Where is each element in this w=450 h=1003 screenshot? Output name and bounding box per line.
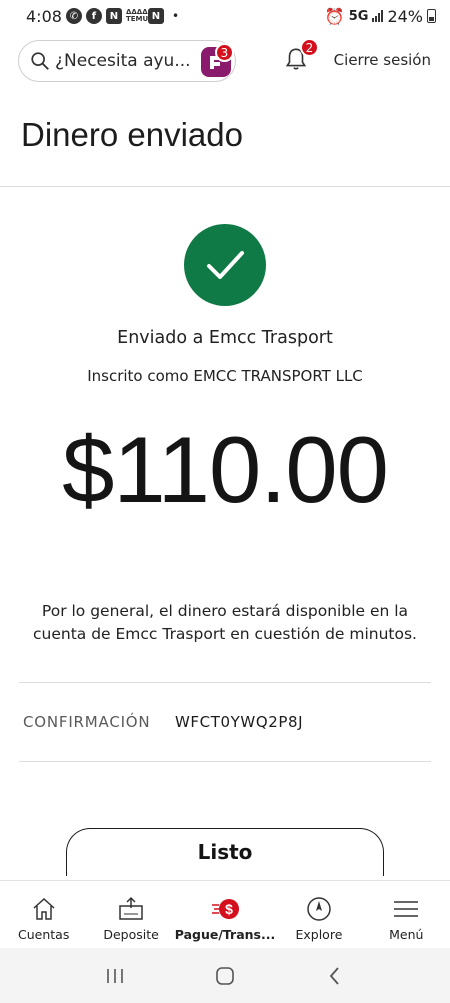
divider <box>19 682 431 683</box>
checkmark-icon <box>207 251 244 279</box>
availability-notice: Por lo general, el dinero estará disponi… <box>33 602 417 643</box>
signal-icon <box>372 10 384 22</box>
deposit-icon <box>119 896 143 920</box>
alarm-icon: ⏰ <box>324 6 345 26</box>
status-bar-right: ⏰ 5G 24% <box>325 7 436 26</box>
hamburger-menu-icon <box>394 901 419 917</box>
app-header: ¿Necesita ayu... 3 2 Cierre sesión <box>0 38 450 84</box>
search-input[interactable]: ¿Necesita ayu... <box>55 51 195 71</box>
status-bar-left: 4:08 ✆ f N ΔΔΔΔ TEMU N • <box>26 7 179 26</box>
temu-icon: ΔΔΔΔ TEMU <box>125 8 149 23</box>
status-bar: 4:08 ✆ f N ΔΔΔΔ TEMU N • ⏰ 5G 24% <box>0 0 450 32</box>
confirmation-label: CONFIRMACIÓN <box>23 713 151 731</box>
bottom-nav: Cuentas Deposite $ Pague/Trans... Explor… <box>0 880 450 948</box>
page-title: Dinero enviado <box>21 116 243 153</box>
notifications-badge: 2 <box>300 38 319 57</box>
nav-item-explore[interactable]: Explore <box>275 881 362 948</box>
amount-sent: $110.00 <box>62 417 389 522</box>
divider <box>19 761 431 762</box>
pay-transfer-icon: $ <box>212 899 239 919</box>
compass-icon <box>307 897 331 921</box>
divider <box>0 186 450 187</box>
done-button[interactable]: Listo <box>66 828 384 876</box>
app-n-icon: N <box>105 8 122 24</box>
battery-icon <box>427 9 436 23</box>
signout-link[interactable]: Cierre sesión <box>334 51 431 69</box>
search-icon <box>31 52 49 70</box>
whatsapp-icon: ✆ <box>65 8 82 24</box>
nav-item-deposit[interactable]: Deposite <box>87 881 174 948</box>
confirmation-code: WFCT0YWQ2P8J <box>175 713 304 731</box>
nav-label: Menú <box>389 927 424 942</box>
recent-apps-icon[interactable] <box>100 961 130 991</box>
nav-item-pay-transfer[interactable]: $ Pague/Trans... <box>174 881 276 948</box>
home-icon[interactable] <box>210 961 240 991</box>
status-time: 4:08 <box>26 6 62 26</box>
network-type: 5G <box>348 8 369 24</box>
success-check-icon <box>184 224 266 306</box>
assistant-icon[interactable]: 3 <box>201 43 234 77</box>
svg-text:$: $ <box>225 901 233 917</box>
facebook-icon: f <box>85 8 102 24</box>
house-icon <box>33 897 55 920</box>
notification-dot: • <box>171 9 180 23</box>
nav-label: Deposite <box>103 927 159 942</box>
android-nav-bar <box>0 948 450 1003</box>
nav-item-accounts[interactable]: Cuentas <box>0 881 87 948</box>
nav-label: Explore <box>295 927 343 942</box>
app-n-icon-2: N <box>147 8 164 24</box>
enrolled-as: Inscrito como EMCC TRANSPORT LLC <box>87 367 363 385</box>
battery-level: 24% <box>387 6 423 26</box>
help-search-box[interactable]: ¿Necesita ayu... 3 <box>18 40 236 82</box>
nav-label: Cuentas <box>18 927 70 942</box>
assistant-badge: 3 <box>215 43 234 62</box>
back-icon[interactable] <box>320 961 350 991</box>
nav-item-menu[interactable]: Menú <box>363 881 450 948</box>
nav-label: Pague/Trans... <box>174 927 276 942</box>
recipient-name: Enviado a Emcc Trasport <box>117 328 333 348</box>
